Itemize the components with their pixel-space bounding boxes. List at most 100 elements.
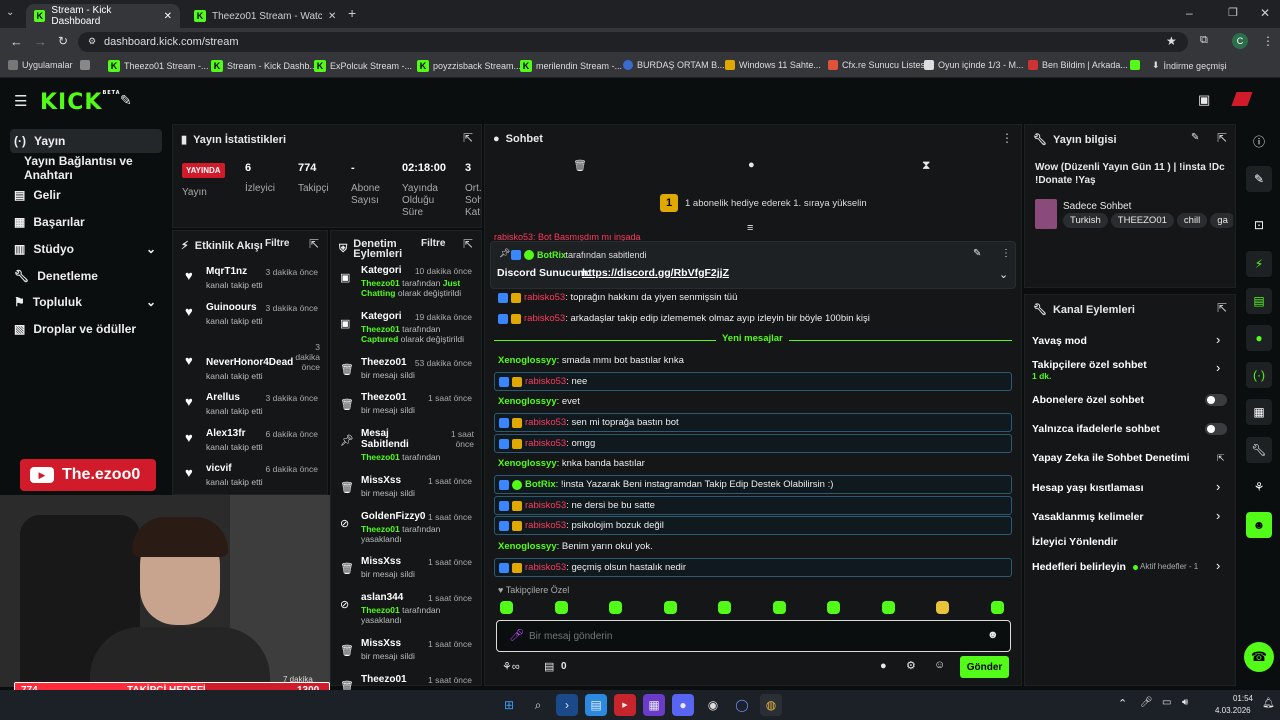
tab-list-icon[interactable]: ⌄ — [6, 7, 14, 18]
pencil-icon[interactable]: ✎ — [1246, 166, 1272, 192]
minimize-icon[interactable]: – — [1186, 6, 1193, 20]
chat-username[interactable]: rabisko53 — [525, 500, 566, 511]
reload-icon[interactable]: ↻ — [58, 34, 68, 48]
notification-icon[interactable]: 🔔︎ — [1262, 698, 1275, 709]
kick-logo[interactable]: KICKBETA — [40, 90, 121, 115]
emote-icon[interactable] — [827, 601, 840, 614]
mediaplayer-icon[interactable]: ▶ — [614, 694, 636, 716]
notes-icon[interactable]: ▤ — [1246, 288, 1272, 314]
gift-banner[interactable]: 1 1 abonelik hediye ederek 1. sıraya yük… — [484, 186, 1022, 220]
activity-item[interactable]: ♥ Arellus 3 dakika önce kanalı takip etti — [180, 392, 320, 426]
maximize-icon[interactable]: ❐ — [1228, 6, 1238, 19]
emote-icon[interactable] — [772, 601, 786, 614]
bookmark[interactable]: Kpoyzzisback Stream... — [417, 60, 521, 72]
community-icon[interactable]: ⚘ — [1246, 474, 1272, 500]
microphone-tray-icon[interactable]: 🎤︎ — [1140, 697, 1153, 708]
channel-action-label[interactable]: Hedefleri belirleyin — [1032, 561, 1126, 573]
chest-icon[interactable]: ▤ — [544, 660, 554, 673]
emote-icon[interactable] — [718, 601, 731, 614]
activity-item[interactable]: ♥ vicvif 6 dakika önce kanalı takip etti — [180, 463, 320, 497]
notepad-icon[interactable]: ▤ — [585, 694, 607, 716]
moderation-item[interactable]: ⊘ aslan344 1 saat önce Theezo01 tarafından y… — [336, 592, 476, 632]
layout-icon[interactable]: ▣ — [1198, 92, 1210, 108]
activity-item[interactable]: ♥ NeverHonor4Dead 3 dakika önce kanalı taki… — [180, 341, 320, 381]
windows-start-icon[interactable]: ⊞ — [498, 694, 520, 716]
chat-message[interactable]: rabisko53: omgg — [494, 434, 1012, 453]
pin-tool-icon[interactable]: ✎ — [120, 92, 132, 109]
pinned-menu-icon[interactable]: ⋮ — [1001, 248, 1011, 259]
chat-settings-bubble-icon[interactable]: ● — [880, 660, 887, 672]
moderation-item[interactable]: 🗑︎ MissXss 1 saat önce bir mesajı sildi — [336, 475, 476, 515]
bookmark-downloads[interactable]: ⬇ İndirme geçmişi — [1152, 60, 1227, 71]
chat-message[interactable]: rabisko53: geçmiş olsun hastalık nedir — [494, 558, 1012, 577]
extensions-icon[interactable]: ⧉ — [1200, 34, 1208, 47]
chat-username[interactable]: Xenoglossyy — [498, 396, 557, 407]
channel-action-label[interactable]: Hesap yaşı kısıtlaması — [1032, 482, 1144, 494]
chat-username[interactable]: Xenoglossyy — [498, 541, 557, 552]
popout-icon[interactable]: ⇱ — [309, 237, 319, 251]
bookmark[interactable]: K Theezo01 Stream -... — [108, 60, 209, 72]
bookmark-star-icon[interactable]: ★ — [1166, 34, 1177, 48]
emote-icon[interactable] — [936, 601, 949, 614]
url-field[interactable]: ⚙ dashboard.kick.com/stream ★ — [78, 32, 1188, 52]
emote-icon[interactable] — [881, 601, 895, 614]
external-link-icon[interactable]: ⇱ — [1217, 453, 1225, 464]
bookmark[interactable]: K ExPolcuk Stream -... — [314, 60, 412, 72]
chat-username[interactable]: BotRix — [525, 479, 556, 490]
bookmark[interactable] — [1130, 60, 1144, 70]
chat-message[interactable]: rabisko53: nee — [494, 372, 1012, 391]
chat-message[interactable]: Xenoglossyy: Benim yarın okul yok. — [494, 537, 1012, 556]
edit-icon[interactable]: ✎ — [1191, 132, 1199, 143]
bookmark[interactable]: BURDAŞ ORTAM B... — [623, 60, 725, 70]
close-tab-icon[interactable]: ✕ — [164, 11, 172, 22]
points-icon[interactable]: ⚘∞ — [502, 660, 520, 673]
bolt-icon[interactable]: ⚡︎ — [1246, 251, 1272, 277]
gear-icon[interactable]: ⚙ — [906, 659, 916, 672]
chat-message[interactable]: Xenoglossyy: knka banda bastılar — [494, 454, 1012, 473]
chat-message[interactable]: rabisko53: psikolojim bozuk değil — [494, 516, 1012, 535]
chevron-right-icon[interactable]: › — [1216, 479, 1220, 494]
chevron-right-icon[interactable]: › — [1216, 360, 1220, 375]
steam-icon[interactable]: ◉ — [702, 694, 724, 716]
emote-icon[interactable] — [663, 601, 677, 614]
storage-icon[interactable]: ▦ — [1246, 399, 1272, 425]
browser-tab-dashboard[interactable]: K Stream - Kick Dashboard ✕ — [26, 4, 180, 28]
emote-tool-icon[interactable]: ☻ — [1246, 512, 1272, 538]
chevron-right-icon[interactable]: › — [1216, 332, 1220, 347]
chat-username[interactable]: rabisko53 — [525, 438, 566, 449]
tray-chevron-icon[interactable]: ⌃ — [1118, 697, 1127, 710]
sidebar-item-moderation[interactable]: 🔧︎ Denetleme — [10, 264, 162, 288]
apps-grid-icon[interactable]: ▦ — [643, 694, 665, 716]
emote-icon[interactable] — [990, 601, 1004, 614]
search-icon[interactable]: ⌕ — [527, 694, 549, 716]
hourglass-icon[interactable]: ⧗ — [922, 158, 930, 173]
popout-icon[interactable]: ⇱ — [1217, 301, 1227, 315]
sidebar-item-drops[interactable]: ▧ Droplar ve ödüller — [10, 317, 162, 341]
chat-username[interactable]: rabisko53 — [525, 376, 566, 387]
moderation-item[interactable]: 📌︎ Mesaj Sabitlendi 1 saat önce Theezo01 ta… — [336, 428, 476, 468]
channel-action-label[interactable]: Takipçilere özel sohbet — [1032, 359, 1147, 371]
channel-action-label[interactable]: Yasaklanmış kelimeler — [1032, 511, 1144, 523]
moderation-item[interactable]: ⊘ GoldenFizzy0 1 saat önce Theezo01 tarafın… — [336, 511, 476, 551]
chat-username[interactable]: rabisko53 — [525, 520, 566, 531]
clock-time[interactable]: 01:54 — [1231, 694, 1253, 703]
sidebar-item-revenue[interactable]: ▤ Gelir — [10, 183, 162, 207]
moderation-item[interactable]: ▣ Kategori 10 dakika önce Theezo01 tarafınd… — [336, 265, 476, 305]
activity-item[interactable]: ♥ Alex13fr 6 dakika önce kanalı takip etti — [180, 428, 320, 462]
broadcast-icon[interactable]: (·) — [1246, 362, 1272, 388]
unpin-icon[interactable]: ✎ — [973, 248, 981, 259]
scroll-down-icon[interactable]: ≡ — [747, 222, 753, 234]
site-info-icon[interactable]: ⚙ — [88, 36, 96, 47]
emote-icon[interactable] — [609, 601, 622, 614]
emote-icon[interactable] — [500, 601, 513, 614]
chat-message[interactable]: rabisko53: sen mi toprağa bastın bot — [494, 413, 1012, 432]
filter-button[interactable]: Filtre — [265, 238, 289, 249]
popout-icon[interactable]: ⇱ — [463, 131, 473, 145]
popout-icon[interactable]: ⇱ — [1217, 131, 1227, 145]
new-tab-icon[interactable]: + — [348, 5, 356, 21]
chat-input[interactable] — [529, 627, 969, 645]
volume-icon[interactable]: 🔊︎ — [1182, 697, 1188, 708]
close-tab-icon[interactable]: ✕ — [328, 11, 336, 22]
terminal-icon[interactable]: › — [556, 694, 578, 716]
chat-username[interactable]: rabisko53 — [524, 292, 565, 303]
